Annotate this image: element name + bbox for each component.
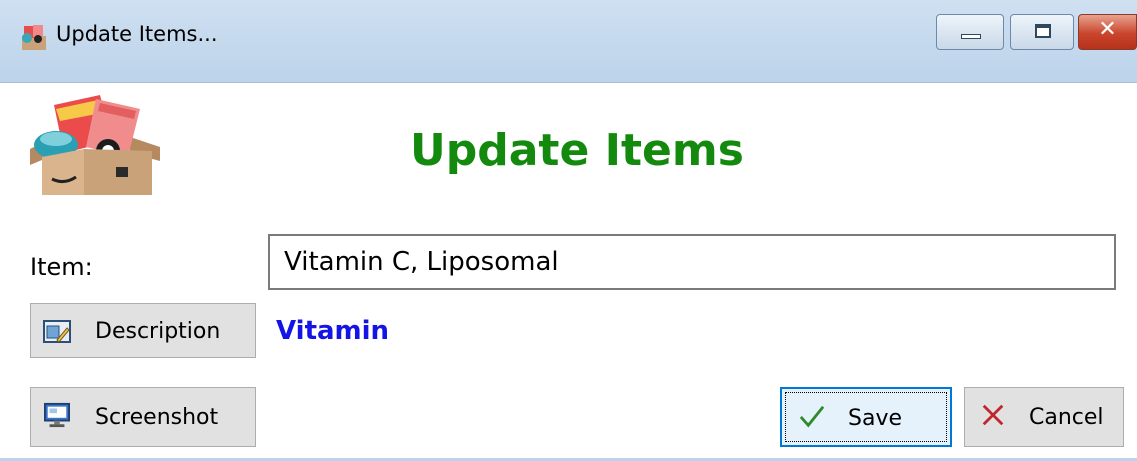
app-icon [22,25,46,50]
dialog-client-area: Update Items Item: Vitamin C, Liposomal … [0,83,1137,458]
cancel-button-label: Cancel [1029,405,1104,430]
close-button[interactable]: ✕ [1078,14,1137,50]
description-edit-icon [43,320,71,343]
minimize-icon [961,34,981,39]
cancel-button[interactable]: Cancel [964,387,1124,447]
checkmark-icon [799,405,825,428]
page-title: Update Items [410,125,744,176]
title-bar[interactable]: Update Items... ✕ [0,0,1137,83]
maximize-icon [1035,24,1051,38]
category-text: Vitamin [276,316,390,346]
window-title: Update Items... [56,22,218,46]
boxed-products-logo [30,95,160,195]
minimize-button[interactable] [936,14,1004,50]
item-label: Item: [30,253,93,281]
save-button-label: Save [848,406,903,431]
description-button[interactable]: Description [30,303,256,358]
maximize-button[interactable] [1010,14,1074,50]
close-icon: ✕ [1098,17,1117,42]
screenshot-button[interactable]: Screenshot [30,387,256,447]
item-input[interactable]: Vitamin C, Liposomal [268,234,1116,290]
x-icon [982,404,1004,426]
monitor-icon [44,402,70,428]
save-button[interactable]: Save [780,387,952,447]
screenshot-button-label: Screenshot [95,405,219,430]
description-button-label: Description [95,319,221,344]
